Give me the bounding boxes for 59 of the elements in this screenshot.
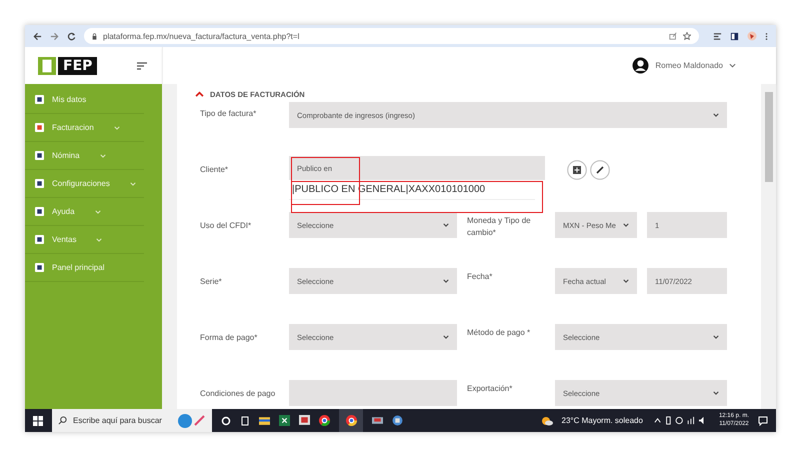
field-label: Cliente* (200, 164, 230, 176)
field-label: Condiciones de pago (200, 388, 276, 400)
weather-icon[interactable] (540, 416, 552, 426)
menu-item-icon (35, 95, 44, 104)
user-name[interactable]: Romeo Maldonado (655, 61, 723, 70)
windows-start-icon[interactable] (33, 416, 43, 426)
menu-item-icon (35, 151, 44, 160)
caret-icon (713, 335, 719, 339)
field-label: Forma de pago* (200, 332, 258, 344)
add-client-button[interactable] (567, 160, 587, 180)
browser-icon[interactable] (346, 415, 356, 426)
taskbar-search-field[interactable]: Escribe aquí para buscar (52, 409, 212, 432)
weather-text[interactable]: 23°C Mayorm. soleado (562, 416, 643, 425)
caret-icon (713, 113, 719, 117)
user-avatar-icon[interactable] (632, 57, 650, 74)
notification-icon[interactable] (758, 416, 768, 426)
search-icon (58, 416, 67, 425)
menu-icon[interactable] (137, 62, 148, 70)
chevron-up-icon (195, 91, 204, 97)
back-icon[interactable] (33, 32, 42, 40)
scrollbar-thumb[interactable] (765, 92, 773, 182)
forward-icon[interactable] (50, 32, 59, 40)
address-bar[interactable]: plataforma.fep.mx/nueva_factura/factura_venta.php?t=l (84, 28, 699, 44)
app-icon[interactable] (372, 415, 383, 426)
app-icon[interactable] (299, 415, 310, 426)
caret-icon (623, 223, 629, 227)
sidebar-panel-icon[interactable] (730, 32, 739, 40)
field-label: Moneda y Tipo de cambio* (466, 215, 532, 239)
lock-icon (92, 32, 97, 40)
share-icon[interactable] (669, 32, 677, 40)
field-label: Serie* (200, 276, 223, 288)
edit-client-button[interactable] (590, 160, 610, 180)
caret-icon (443, 335, 449, 339)
folder-icon[interactable] (259, 415, 270, 426)
caret-icon (443, 223, 449, 227)
menu-item-icon (35, 263, 44, 272)
field-label: Exportación* (466, 383, 514, 395)
menu-item-icon (35, 207, 44, 216)
spreadsheet-icon[interactable] (279, 415, 290, 426)
menu-item-icon (35, 179, 44, 188)
menu-icon[interactable] (765, 32, 768, 40)
reload-icon[interactable] (67, 32, 76, 40)
field-label: Método de pago * (466, 327, 532, 339)
caret-icon (713, 391, 719, 395)
profile-icon[interactable] (747, 31, 757, 41)
circle-icon[interactable] (221, 416, 231, 426)
caret-icon (443, 279, 449, 283)
menu-item-icon (35, 235, 44, 244)
field-label: Uso del CFDI* (200, 220, 252, 232)
menu-item-icon (35, 123, 44, 132)
field-label: Fecha* (466, 271, 494, 283)
caret-icon[interactable] (729, 63, 736, 68)
task-view-icon[interactable] (240, 416, 250, 426)
browser-icon[interactable] (319, 415, 330, 426)
app-icon[interactable] (392, 415, 403, 426)
caret-icon (623, 279, 629, 283)
field-label: Tipo de factura* (200, 108, 258, 120)
star-icon[interactable] (683, 32, 691, 40)
input-field[interactable] (289, 380, 457, 406)
